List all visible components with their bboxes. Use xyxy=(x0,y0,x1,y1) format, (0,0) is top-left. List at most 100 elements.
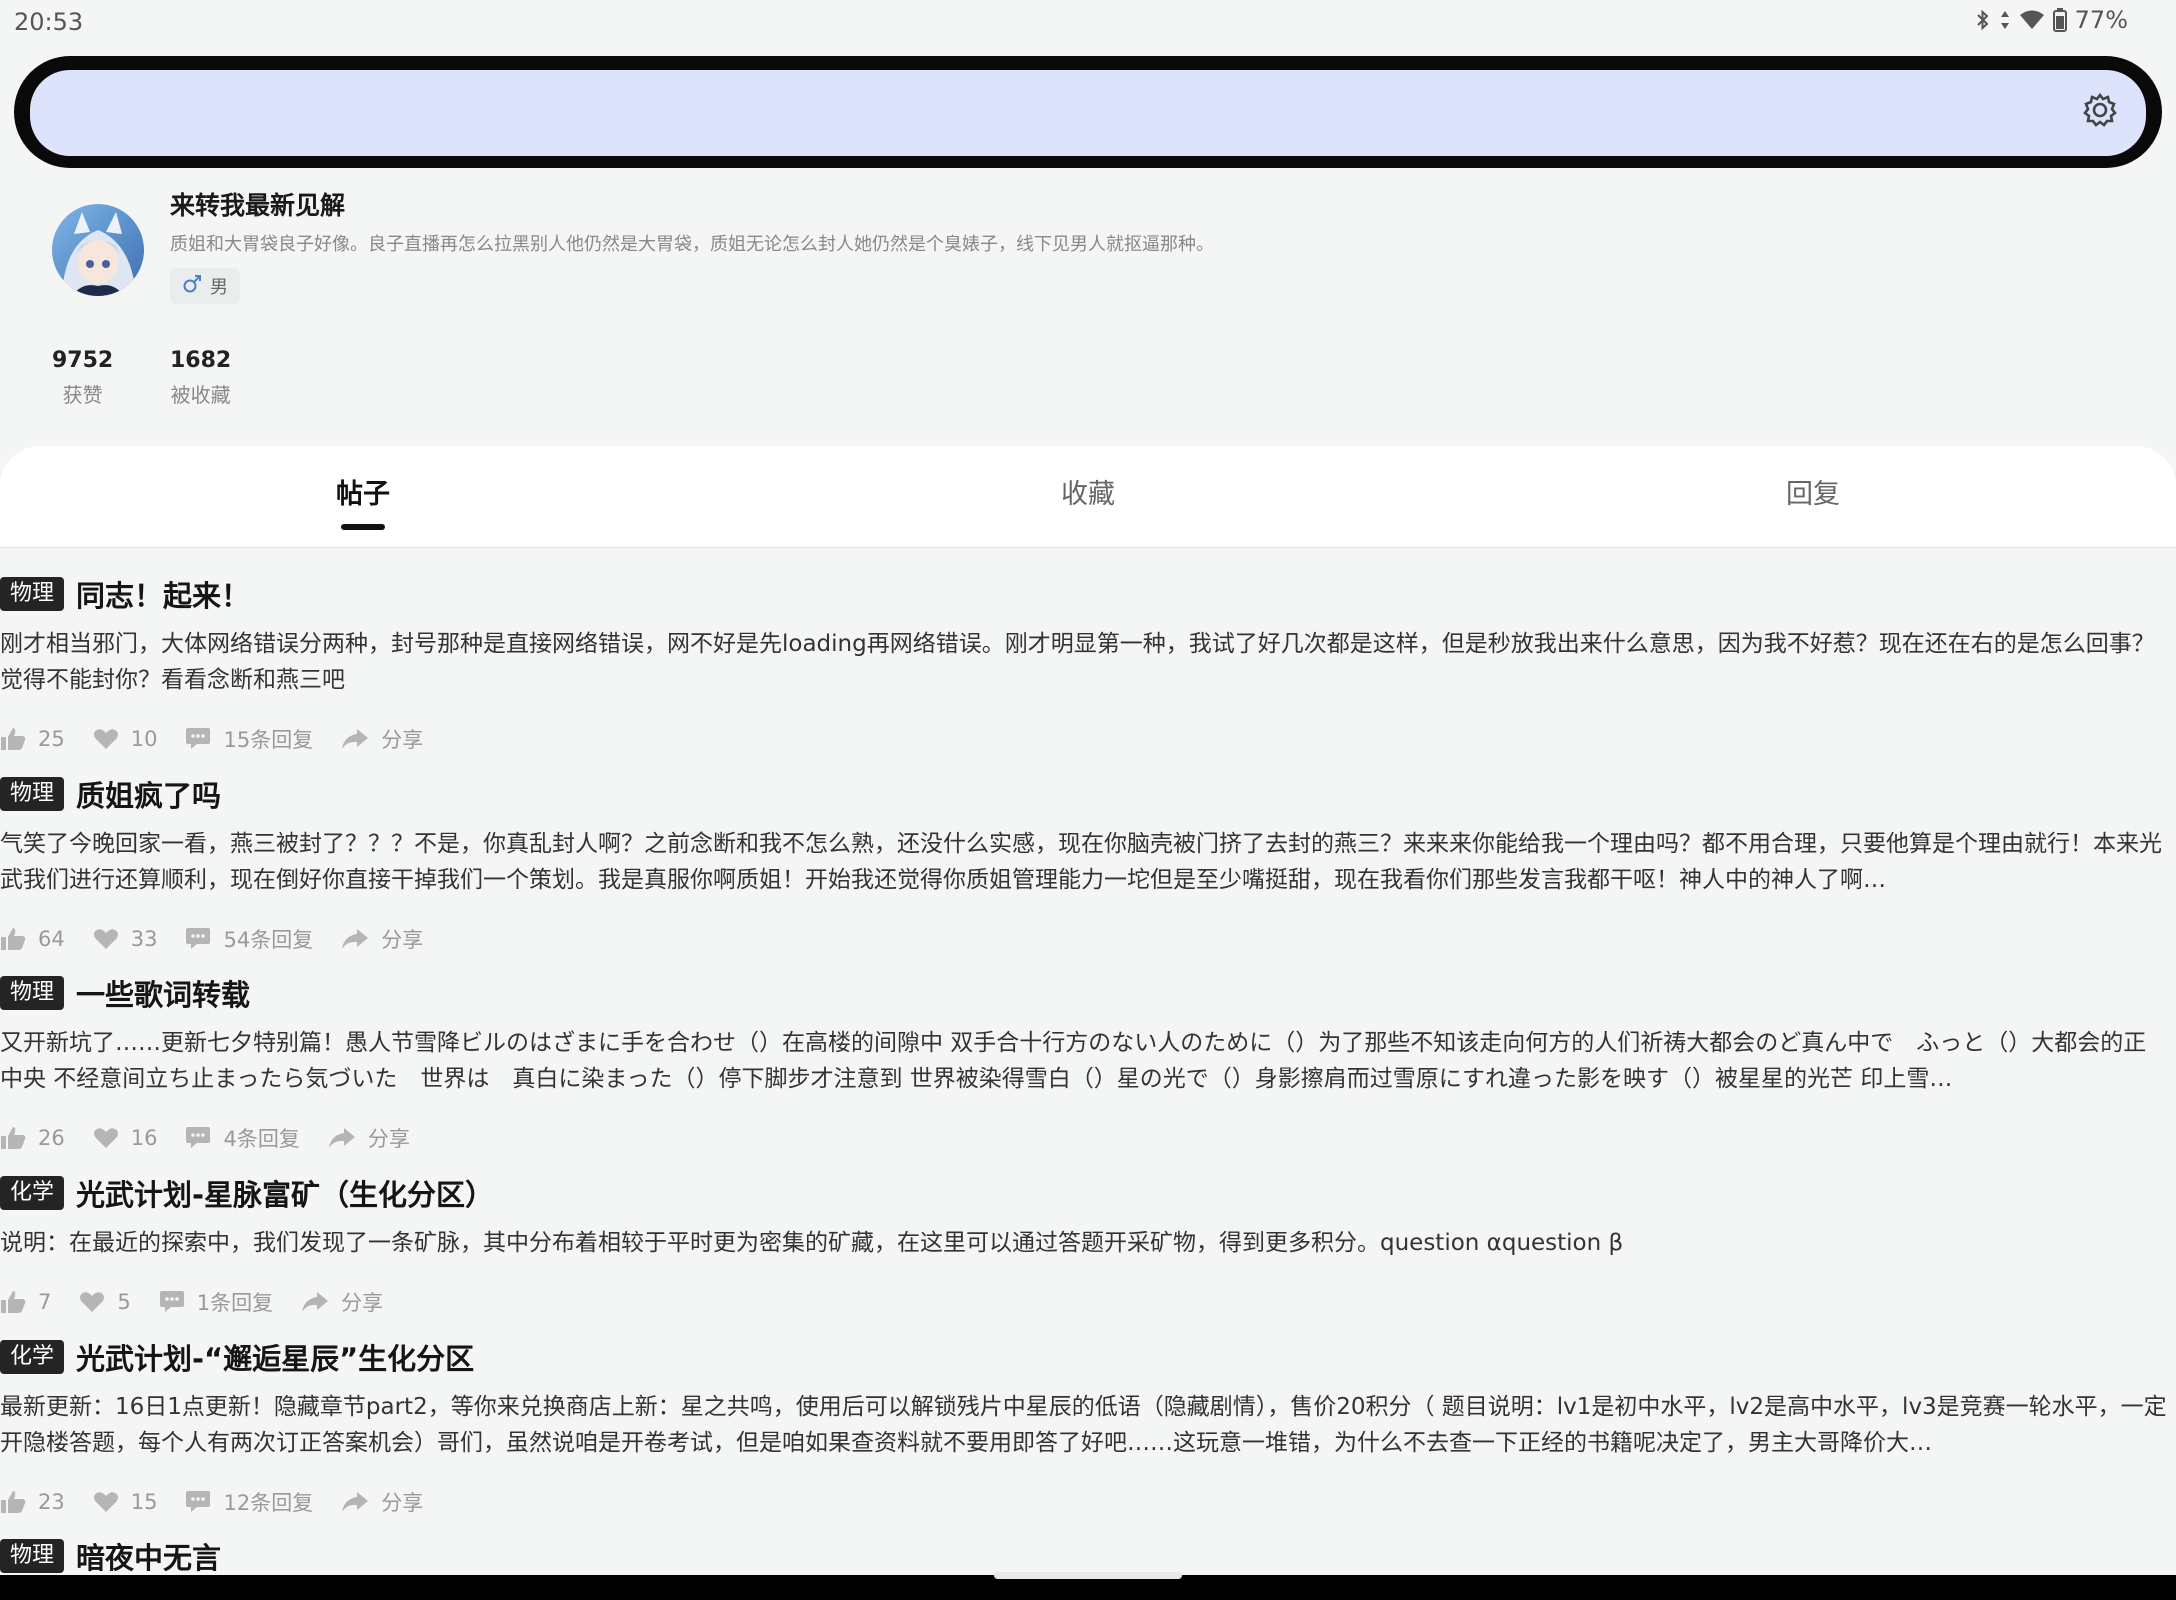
post-tag: 物理 xyxy=(0,577,65,611)
post-tag: 化学 xyxy=(0,1340,65,1374)
post-title: 一些歌词转载 xyxy=(76,978,251,1012)
like-button[interactable]: 26 xyxy=(0,1126,65,1150)
favorite-count: 15 xyxy=(130,1490,158,1514)
tab-bar: 帖子 收藏 回复 xyxy=(0,446,2176,548)
data-transfer-icon xyxy=(1999,9,2011,31)
favorite-button[interactable]: 10 xyxy=(93,727,158,751)
comment-icon xyxy=(159,1290,185,1314)
tab-replies[interactable]: 回复 xyxy=(1786,472,1840,511)
stat-likes: 9752 获赞 xyxy=(52,348,113,408)
share-label: 分享 xyxy=(341,1291,384,1315)
thumbs-up-icon xyxy=(0,1490,26,1514)
post-title: 质姐疯了吗 xyxy=(76,779,222,813)
status-bar: 20:53 77% xyxy=(0,0,2176,44)
home-gesture-handle[interactable] xyxy=(994,1572,1182,1579)
reply-button[interactable]: 12条回复 xyxy=(185,1487,313,1517)
post-actions: 64 33 54条回复 分享 xyxy=(0,924,451,954)
heart-icon xyxy=(93,928,119,950)
post-tag: 物理 xyxy=(0,1539,65,1573)
settings-button[interactable] xyxy=(2076,88,2124,136)
post-title: 暗夜中无言 xyxy=(76,1541,222,1575)
reply-count: 4条回复 xyxy=(223,1127,300,1151)
like-count: 7 xyxy=(38,1290,52,1314)
post-title-row: 物理 同志！起来！ xyxy=(0,574,250,614)
stat-favorited-label: 被收藏 xyxy=(170,383,231,407)
gender-badge: 男 xyxy=(170,268,240,304)
favorite-button[interactable]: 15 xyxy=(93,1490,158,1514)
favorite-count: 5 xyxy=(117,1290,131,1314)
share-label: 分享 xyxy=(381,1491,424,1515)
share-button[interactable]: 分享 xyxy=(301,1287,383,1317)
share-button[interactable]: 分享 xyxy=(341,1487,423,1517)
like-count: 25 xyxy=(38,727,65,751)
share-label: 分享 xyxy=(367,1127,410,1151)
post-title: 光武计划-星脉富矿（生化分区） xyxy=(76,1178,495,1212)
post-list: 物理 同志！起来！ 刚才相当邪门，大体网络错误分两种，封号那种是直接网络错误，网… xyxy=(0,560,2176,1575)
like-button[interactable]: 23 xyxy=(0,1490,65,1514)
bluetooth-icon xyxy=(1975,9,1991,31)
thumbs-up-icon xyxy=(0,927,26,951)
post-title-row: 化学 光武计划-“邂逅星辰”生化分区 xyxy=(0,1337,474,1377)
tab-posts[interactable]: 帖子 xyxy=(336,472,390,511)
tab-active-indicator xyxy=(341,524,385,530)
male-icon xyxy=(182,274,202,299)
share-label: 分享 xyxy=(381,728,424,752)
reply-button[interactable]: 1条回复 xyxy=(159,1287,273,1317)
comment-icon xyxy=(185,927,211,951)
stat-favorited: 1682 被收藏 xyxy=(170,348,231,408)
reply-count: 54条回复 xyxy=(223,928,314,952)
reply-count: 15条回复 xyxy=(223,728,314,752)
post-body: 说明：在最近的探索中，我们发现了一条矿脉，其中分布着相较于平时更为密集的矿藏，在… xyxy=(0,1230,1624,1256)
favorite-button[interactable]: 5 xyxy=(79,1290,131,1314)
comment-icon xyxy=(185,1490,211,1514)
stat-likes-label: 获赞 xyxy=(62,383,103,407)
share-icon xyxy=(301,1291,329,1313)
post-actions: 7 5 1条回复 分享 xyxy=(0,1287,411,1317)
like-button[interactable]: 25 xyxy=(0,727,65,751)
tab-favorites[interactable]: 收藏 xyxy=(1061,472,1115,511)
reply-button[interactable]: 15条回复 xyxy=(185,724,313,754)
top-header-bar xyxy=(14,56,2162,168)
status-icons: 77% xyxy=(1975,6,2128,34)
post-title-row: 物理 暗夜中无言 xyxy=(0,1536,221,1575)
comment-icon xyxy=(185,1126,211,1150)
post-body: 最新更新：16日1点更新！隐藏章节part2，等你来兑换商店上新：星之共鸣，使用… xyxy=(0,1394,2167,1456)
stat-likes-value: 9752 xyxy=(52,348,114,373)
thumbs-up-icon xyxy=(0,1290,26,1314)
favorite-button[interactable]: 16 xyxy=(93,1126,158,1150)
comment-icon xyxy=(185,727,211,751)
heart-icon xyxy=(93,728,119,750)
thumbs-up-icon xyxy=(0,1126,26,1150)
user-bio: 质姐和大胃袋良子好像。良子直播再怎么拉黑别人他仍然是大胃袋，质姐无论怎么封人她仍… xyxy=(170,234,1214,255)
header-banner xyxy=(30,70,2146,156)
gear-icon xyxy=(2082,92,2118,132)
post-title: 同志！起来！ xyxy=(76,579,251,613)
share-icon xyxy=(341,1491,369,1513)
avatar[interactable] xyxy=(52,204,144,296)
post-actions: 25 10 15条回复 分享 xyxy=(0,724,451,754)
share-button[interactable]: 分享 xyxy=(341,924,423,954)
like-button[interactable]: 7 xyxy=(0,1290,51,1314)
post-body: 气笑了今晚回家一看，燕三被封了？？？不是，你真乱封人啊？之前念断和我不怎么熟，还… xyxy=(0,831,2162,893)
like-count: 26 xyxy=(38,1126,65,1150)
favorite-count: 10 xyxy=(130,727,158,751)
gender-label: 男 xyxy=(210,277,228,298)
reply-button[interactable]: 54条回复 xyxy=(185,924,313,954)
favorite-count: 33 xyxy=(130,927,158,951)
wifi-icon xyxy=(2019,9,2045,31)
post-tag: 化学 xyxy=(0,1176,65,1210)
post-tag: 物理 xyxy=(0,976,65,1010)
post-actions: 26 16 4条回复 分享 xyxy=(0,1123,438,1153)
favorite-count: 16 xyxy=(130,1126,158,1150)
heart-icon xyxy=(79,1291,105,1313)
share-button[interactable]: 分享 xyxy=(341,724,423,754)
profile-section: 来转我最新见解 质姐和大胃袋良子好像。良子直播再怎么拉黑别人他仍然是大胃袋，质姐… xyxy=(0,168,2176,448)
post-body: 又开新坑了……更新七夕特别篇！愚人节雪降ビルのはざまに手を合わせ（）在高楼的间隙… xyxy=(0,1030,2147,1092)
post-title-row: 物理 质姐疯了吗 xyxy=(0,774,221,814)
like-button[interactable]: 64 xyxy=(0,927,65,951)
share-button[interactable]: 分享 xyxy=(328,1123,410,1153)
reply-button[interactable]: 4条回复 xyxy=(185,1123,300,1153)
post-actions: 23 15 12条回复 分享 xyxy=(0,1487,451,1517)
favorite-button[interactable]: 33 xyxy=(93,927,158,951)
reply-count: 1条回复 xyxy=(196,1291,274,1315)
